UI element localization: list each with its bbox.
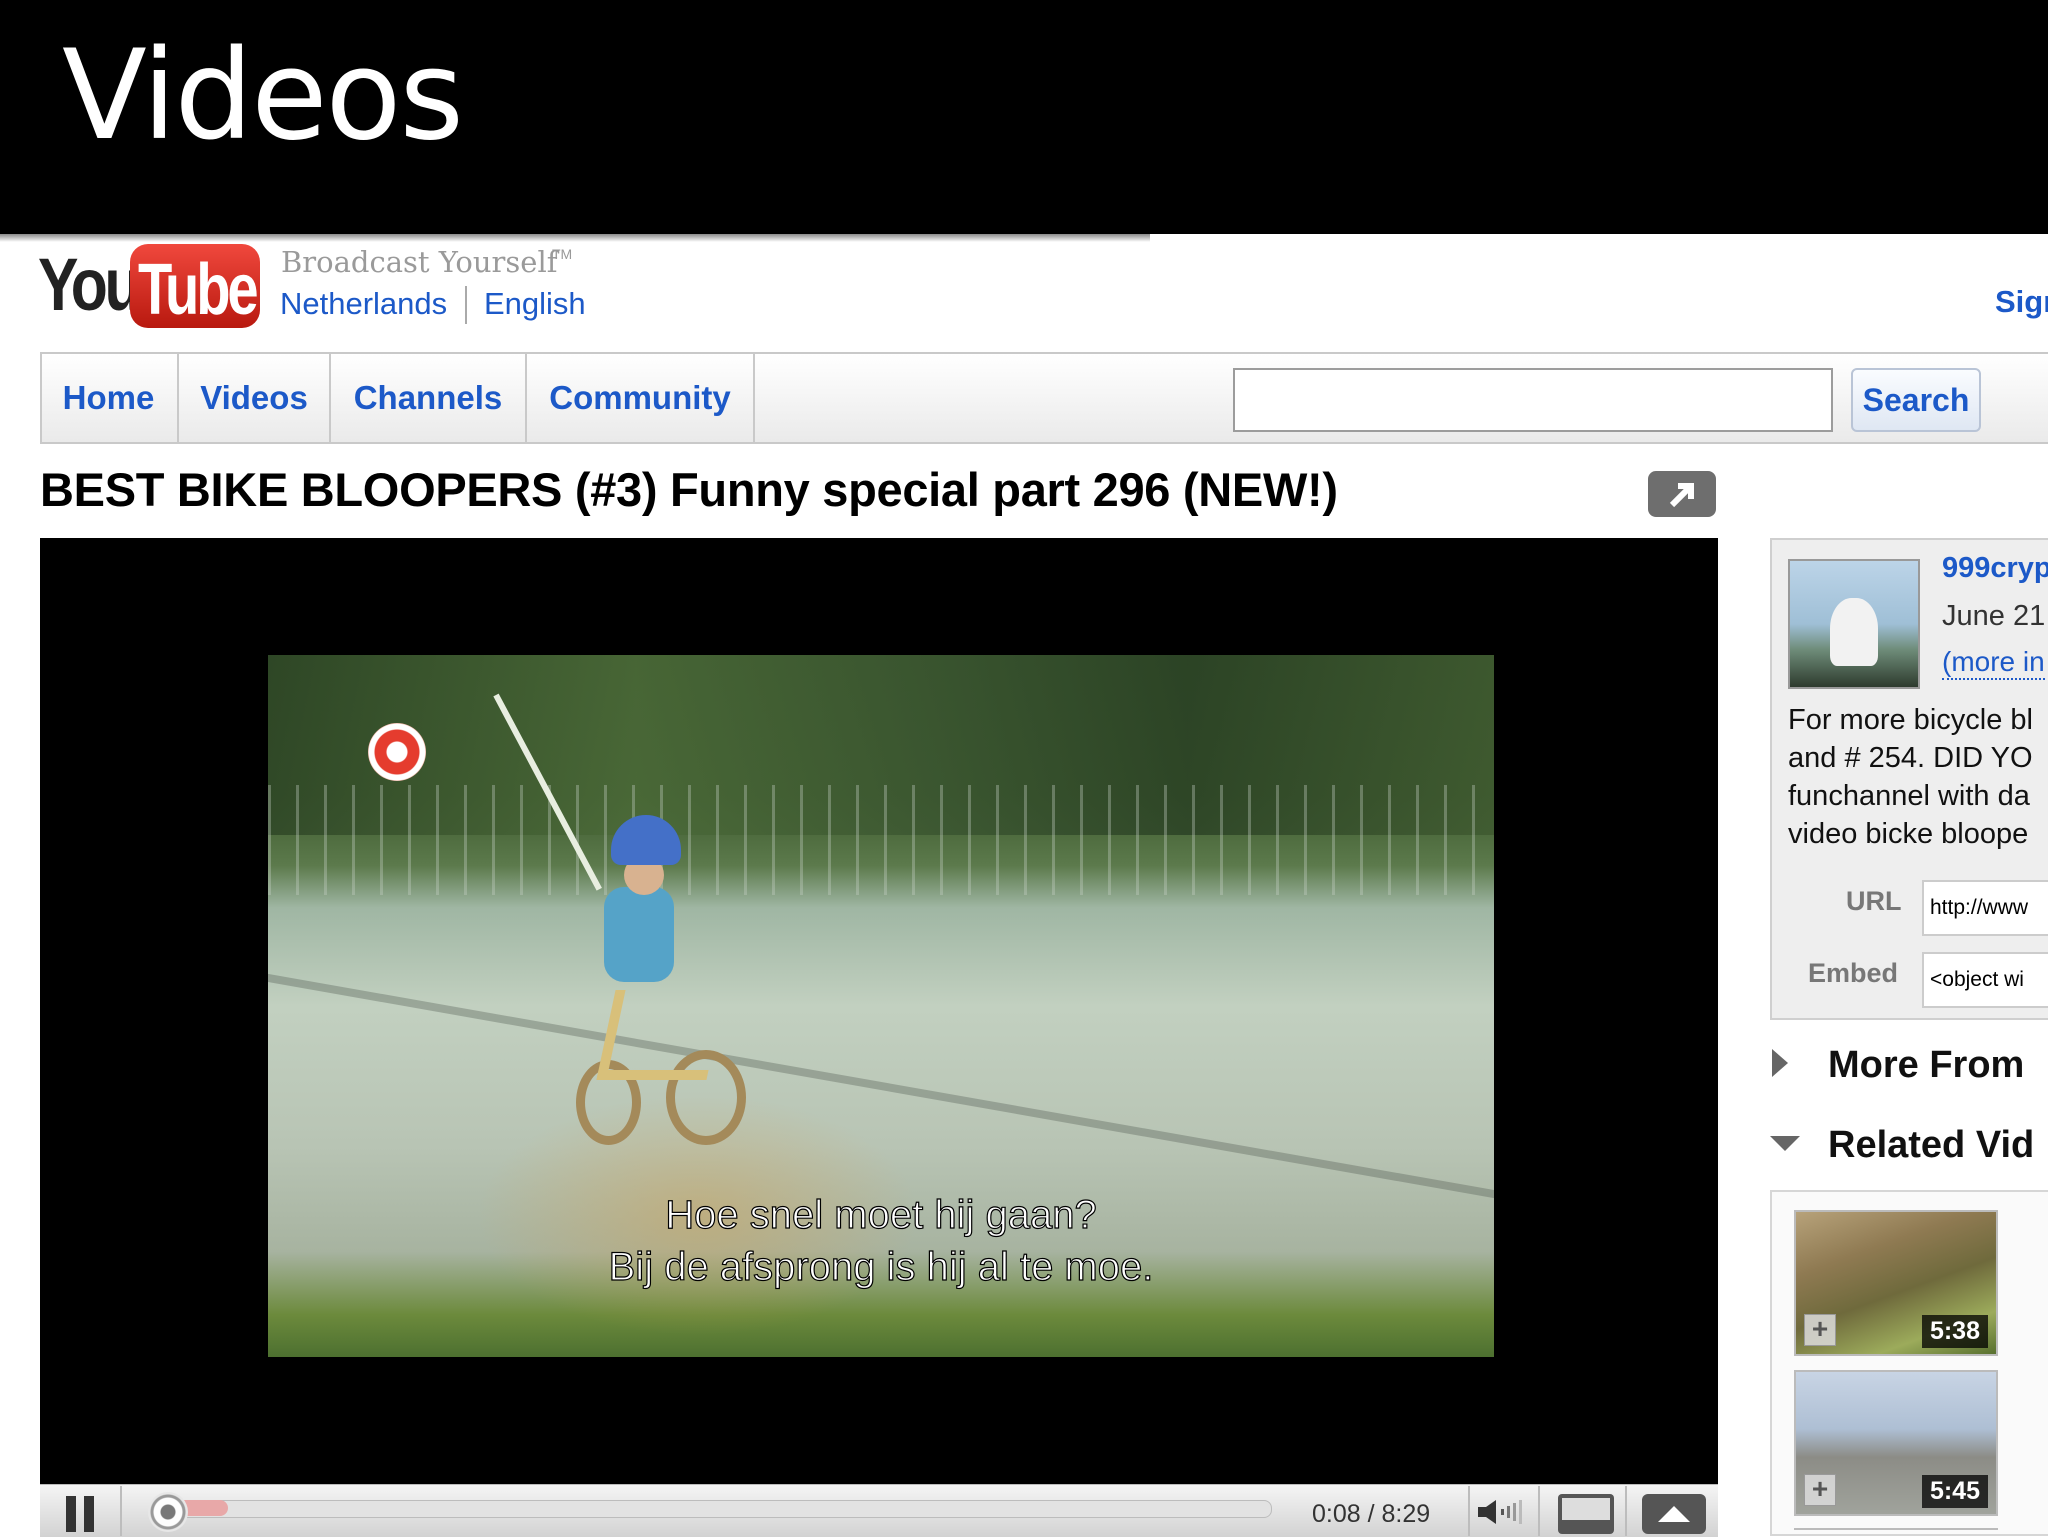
youtube-logo-tube[interactable]: Tube [138,254,259,326]
control-divider [1468,1486,1470,1536]
description-line: and # 254. DID YO [1788,742,2033,774]
pause-button[interactable] [62,1496,102,1532]
popout-arrow-icon [1669,483,1694,508]
channel-avatar-statue [1830,598,1878,666]
video-fence [268,785,1494,895]
video-road-line [268,972,1494,1206]
video-frame[interactable]: Hoe snel moet hij gaan? Bij de afsprong … [268,655,1494,1357]
related-video-thumbnail[interactable]: + 5:45 [1794,1370,1998,1516]
collapse-arrow-icon[interactable] [1770,1136,1800,1151]
progress-scrubber-handle[interactable] [148,1492,188,1532]
tab-home[interactable]: Home [40,352,179,444]
expand-arrow-icon [1658,1506,1690,1522]
related-video-thumbnail[interactable] [1794,1528,1998,1538]
locale-language-link[interactable]: English [484,286,586,322]
search-input[interactable] [1233,368,1833,432]
subtitle-line-1: Hoe snel moet hij gaan? [665,1192,1098,1237]
sign-in-link[interactable]: Sign [1995,284,2048,320]
tab-community[interactable]: Community [527,352,755,444]
embed-field[interactable]: <object wi [1922,952,2048,1008]
pause-icon-bar [84,1496,94,1532]
video-child-on-bike [566,815,746,1155]
add-to-quicklist-icon[interactable]: + [1804,1474,1836,1506]
header-shadow [0,234,1150,242]
more-from-section-header[interactable]: More From [1828,1044,2024,1087]
tab-channels[interactable]: Channels [331,352,527,444]
player-size-icon [1562,1498,1610,1520]
channel-name-link[interactable]: 999cryp [1942,552,2048,585]
control-divider [1538,1486,1540,1536]
slide-title: Videos [62,24,464,168]
youtube-logo-you[interactable]: You [38,248,142,322]
related-video-thumbnail[interactable]: + 5:38 [1794,1210,1998,1356]
description-line: video bicke bloope [1788,818,2029,850]
progress-bar[interactable] [150,1500,1272,1518]
child-helmet [611,815,681,865]
pause-icon [66,1496,76,1532]
search-button[interactable]: Search [1851,368,1981,432]
video-title: BEST BIKE BLOOPERS (#3) Funny special pa… [40,463,1338,516]
description-line: For more bicycle bl [1788,704,2033,736]
control-divider [120,1486,122,1536]
video-duration: 5:38 [1921,1315,1988,1348]
add-to-quicklist-icon[interactable]: + [1804,1314,1836,1346]
locale-country-link[interactable]: Netherlands [280,286,447,322]
bike-frame [596,990,726,1080]
embed-label: Embed [1808,958,1899,988]
fullscreen-button[interactable] [1642,1494,1706,1534]
control-divider [1625,1486,1627,1536]
speaker-icon [1478,1500,1522,1524]
volume-button[interactable] [1476,1497,1526,1527]
subtitle-line-2: Bij de afsprong is hij al te moe. [608,1244,1154,1289]
time-display: 0:08 / 8:29 [1312,1500,1431,1528]
tagline: Broadcast Yourself [281,245,558,279]
related-videos-section-header[interactable]: Related Vid [1828,1124,2034,1167]
tv-channel-logo-icon [368,723,426,781]
upload-date: June 21 [1942,600,2046,632]
child-body [604,887,674,982]
popout-button[interactable] [1648,471,1716,517]
locale-separator [465,286,467,324]
url-label: URL [1846,886,1902,916]
more-info-link[interactable]: (more in [1942,646,2045,680]
video-duration: 5:45 [1921,1475,1988,1508]
tab-videos[interactable]: Videos [179,352,331,444]
trademark-mark: TM [552,246,573,262]
expand-arrow-icon[interactable] [1772,1049,1788,1077]
description-line: funchannel with da [1788,780,2030,812]
url-field[interactable]: http://www [1922,880,2048,936]
